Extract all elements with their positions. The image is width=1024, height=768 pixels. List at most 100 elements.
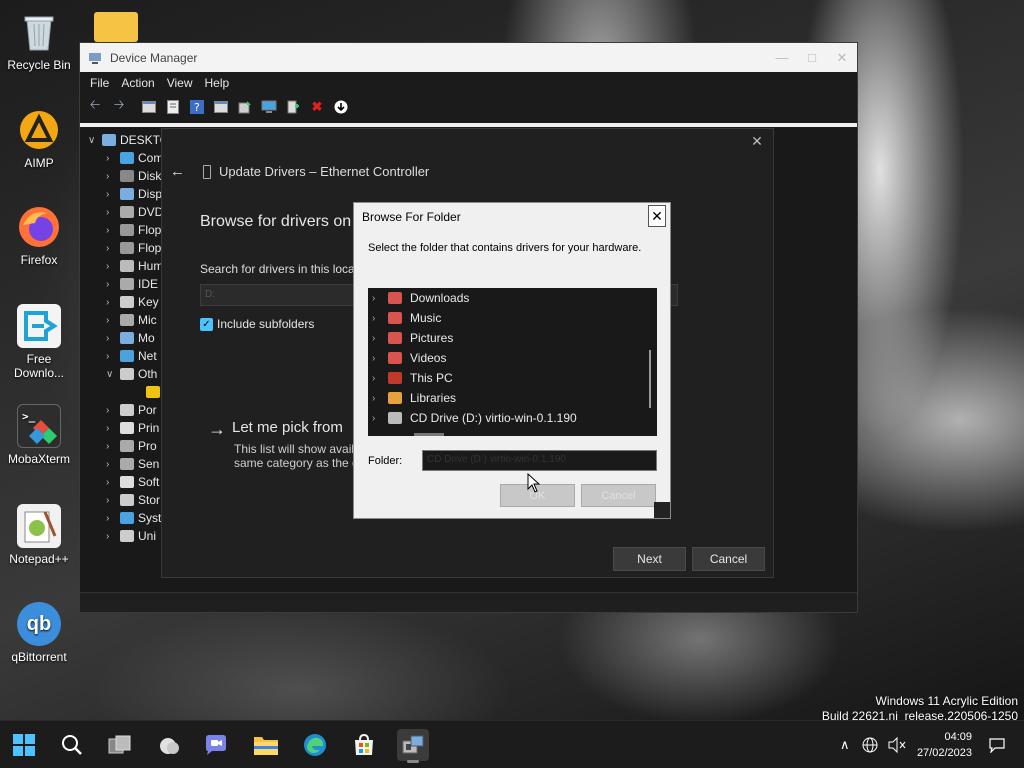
tree-item[interactable]: › Stor	[106, 491, 160, 509]
start-icon[interactable]	[8, 729, 40, 761]
volume-muted-icon[interactable]	[888, 721, 906, 768]
tree-item[interactable]: › Com	[106, 149, 163, 167]
tree-item[interactable]: › Mic	[106, 311, 157, 329]
minimize-button[interactable]: —	[767, 43, 797, 72]
tree-item[interactable]: › Flop	[106, 221, 161, 239]
chevron-right-icon[interactable]: ›	[372, 413, 388, 424]
chevron-right-icon[interactable]: ›	[106, 243, 120, 254]
tree-item[interactable]: › Uni	[106, 527, 156, 545]
tree-item[interactable]: › Pro	[106, 437, 157, 455]
folder-row[interactable]: › This PC	[372, 368, 453, 388]
desktop-icon-mobaxterm[interactable]: >_ MobaXterm	[4, 404, 74, 466]
desktop-icon-firefox[interactable]: Firefox	[4, 205, 74, 267]
tree-item[interactable]: › Mo	[106, 329, 155, 347]
device-manager-titlebar[interactable]: Device Manager — □ ✕	[80, 43, 857, 72]
desktop-icon-free-download-manager[interactable]: Free Downlo...	[4, 304, 74, 380]
tree-item[interactable]: › Syst	[106, 509, 161, 527]
chevron-right-icon[interactable]: ›	[106, 189, 120, 200]
cancel-button[interactable]: Cancel	[692, 547, 765, 571]
maximize-button[interactable]: □	[797, 43, 827, 72]
network-globe-icon[interactable]	[862, 721, 878, 768]
chevron-right-icon[interactable]: ›	[106, 315, 120, 326]
pick-from-list-option[interactable]: → Let me pick from	[208, 419, 343, 439]
tree-item[interactable]: › Net	[106, 347, 157, 365]
folder-icon[interactable]	[94, 12, 138, 42]
folder-input[interactable]: CD Drive (D:) virtio-win-0.1.190	[422, 450, 657, 471]
tree-item[interactable]: › Hum	[106, 257, 163, 275]
close-icon[interactable]: ✕	[747, 133, 767, 153]
task-view-icon[interactable]	[104, 729, 136, 761]
chevron-right-icon[interactable]: ›	[372, 333, 388, 344]
properties-icon[interactable]	[162, 97, 184, 117]
tree-child-item[interactable]	[132, 383, 164, 401]
chevron-right-icon[interactable]: ›	[372, 393, 388, 404]
chevron-right-icon[interactable]: ›	[372, 313, 388, 324]
chevron-right-icon[interactable]: ›	[106, 531, 120, 542]
back-arrow-icon[interactable]: ←	[170, 163, 185, 180]
chevron-right-icon[interactable]: ›	[106, 279, 120, 290]
show-hidden-icons-button[interactable]: ∧	[840, 721, 850, 768]
tree-item[interactable]: › Soft	[106, 473, 159, 491]
chevron-right-icon[interactable]: ›	[106, 297, 120, 308]
tree-item[interactable]: ∨ Oth	[106, 365, 157, 383]
forward-arrow-icon[interactable]: 🡢	[108, 97, 130, 117]
edge-icon[interactable]	[299, 729, 331, 761]
menu-file[interactable]: File	[84, 76, 115, 90]
folder-row[interactable]: › Videos	[372, 348, 446, 368]
tree-item[interactable]: › Disp	[106, 185, 162, 203]
tree-item[interactable]: › Disk	[106, 167, 161, 185]
device-manager-icon[interactable]	[397, 729, 429, 763]
teams-chat-icon[interactable]	[200, 729, 232, 761]
folder-row[interactable]: › Libraries	[372, 388, 456, 408]
update-driver-icon[interactable]	[234, 97, 256, 117]
desktop-icon-recycle-bin[interactable]: Recycle Bin	[4, 10, 74, 72]
notifications-icon[interactable]	[988, 721, 1006, 768]
file-explorer-icon[interactable]	[250, 729, 282, 761]
chevron-down-icon[interactable]: ∨	[106, 369, 120, 380]
chevron-right-icon[interactable]: ›	[106, 495, 120, 506]
chevron-right-icon[interactable]: ›	[106, 171, 120, 182]
chevron-right-icon[interactable]: ›	[106, 513, 120, 524]
chevron-right-icon[interactable]: ›	[106, 423, 120, 434]
desktop-icon-qbittorrent[interactable]: qb qBittorrent	[4, 602, 74, 664]
chevron-down-icon[interactable]: ∨	[88, 135, 102, 146]
desktop-icon-aimp[interactable]: AIMP	[4, 108, 74, 170]
store-icon[interactable]	[348, 729, 380, 761]
chevron-right-icon[interactable]: ›	[372, 353, 388, 364]
tree-item[interactable]: › IDE	[106, 275, 158, 293]
next-button[interactable]: Next	[613, 547, 686, 571]
include-subfolders-checkbox[interactable]: ✓ Include subfolders	[200, 317, 314, 331]
download-icon[interactable]	[330, 97, 352, 117]
chevron-right-icon[interactable]: ›	[106, 225, 120, 236]
desktop-icon-notepadpp[interactable]: Notepad++	[4, 504, 74, 566]
scan-hardware-icon[interactable]	[258, 97, 280, 117]
view-icon[interactable]	[210, 97, 232, 117]
chevron-right-icon[interactable]: ›	[106, 207, 120, 218]
tree-item[interactable]: › Sen	[106, 455, 159, 473]
chevron-right-icon[interactable]: ›	[106, 261, 120, 272]
folder-row[interactable]: › Downloads	[372, 288, 469, 308]
menu-help[interactable]: Help	[199, 76, 236, 90]
chevron-right-icon[interactable]: ›	[106, 441, 120, 452]
chevron-right-icon[interactable]: ›	[372, 293, 388, 304]
tree-root[interactable]: ∨ DESKTO	[88, 131, 169, 149]
back-arrow-icon[interactable]: 🡠	[84, 97, 106, 117]
chevron-right-icon[interactable]: ›	[106, 351, 120, 362]
tree-item[interactable]: › Por	[106, 401, 157, 419]
tree-item[interactable]: › DVD	[106, 203, 163, 221]
chevron-right-icon[interactable]: ›	[106, 477, 120, 488]
scrollbar-thumb[interactable]	[649, 350, 651, 408]
folder-tree[interactable]: › Downloads › Music › Pictures › Videos › This PC…	[368, 288, 657, 436]
folder-row[interactable]: › Pictures	[372, 328, 453, 348]
help-icon[interactable]: ?	[186, 97, 208, 117]
weather-icon[interactable]	[152, 729, 184, 761]
clock[interactable]: 04:09 27/02/2023	[917, 729, 972, 761]
tree-item[interactable]: › Key	[106, 293, 159, 311]
chevron-right-icon[interactable]: ›	[106, 333, 120, 344]
tree-item[interactable]: › Prin	[106, 419, 159, 437]
tree-item[interactable]: › Flop	[106, 239, 161, 257]
folder-row[interactable]: › Music	[372, 308, 441, 328]
menu-view[interactable]: View	[161, 76, 199, 90]
chevron-right-icon[interactable]: ›	[106, 459, 120, 470]
chevron-right-icon[interactable]: ›	[106, 153, 120, 164]
